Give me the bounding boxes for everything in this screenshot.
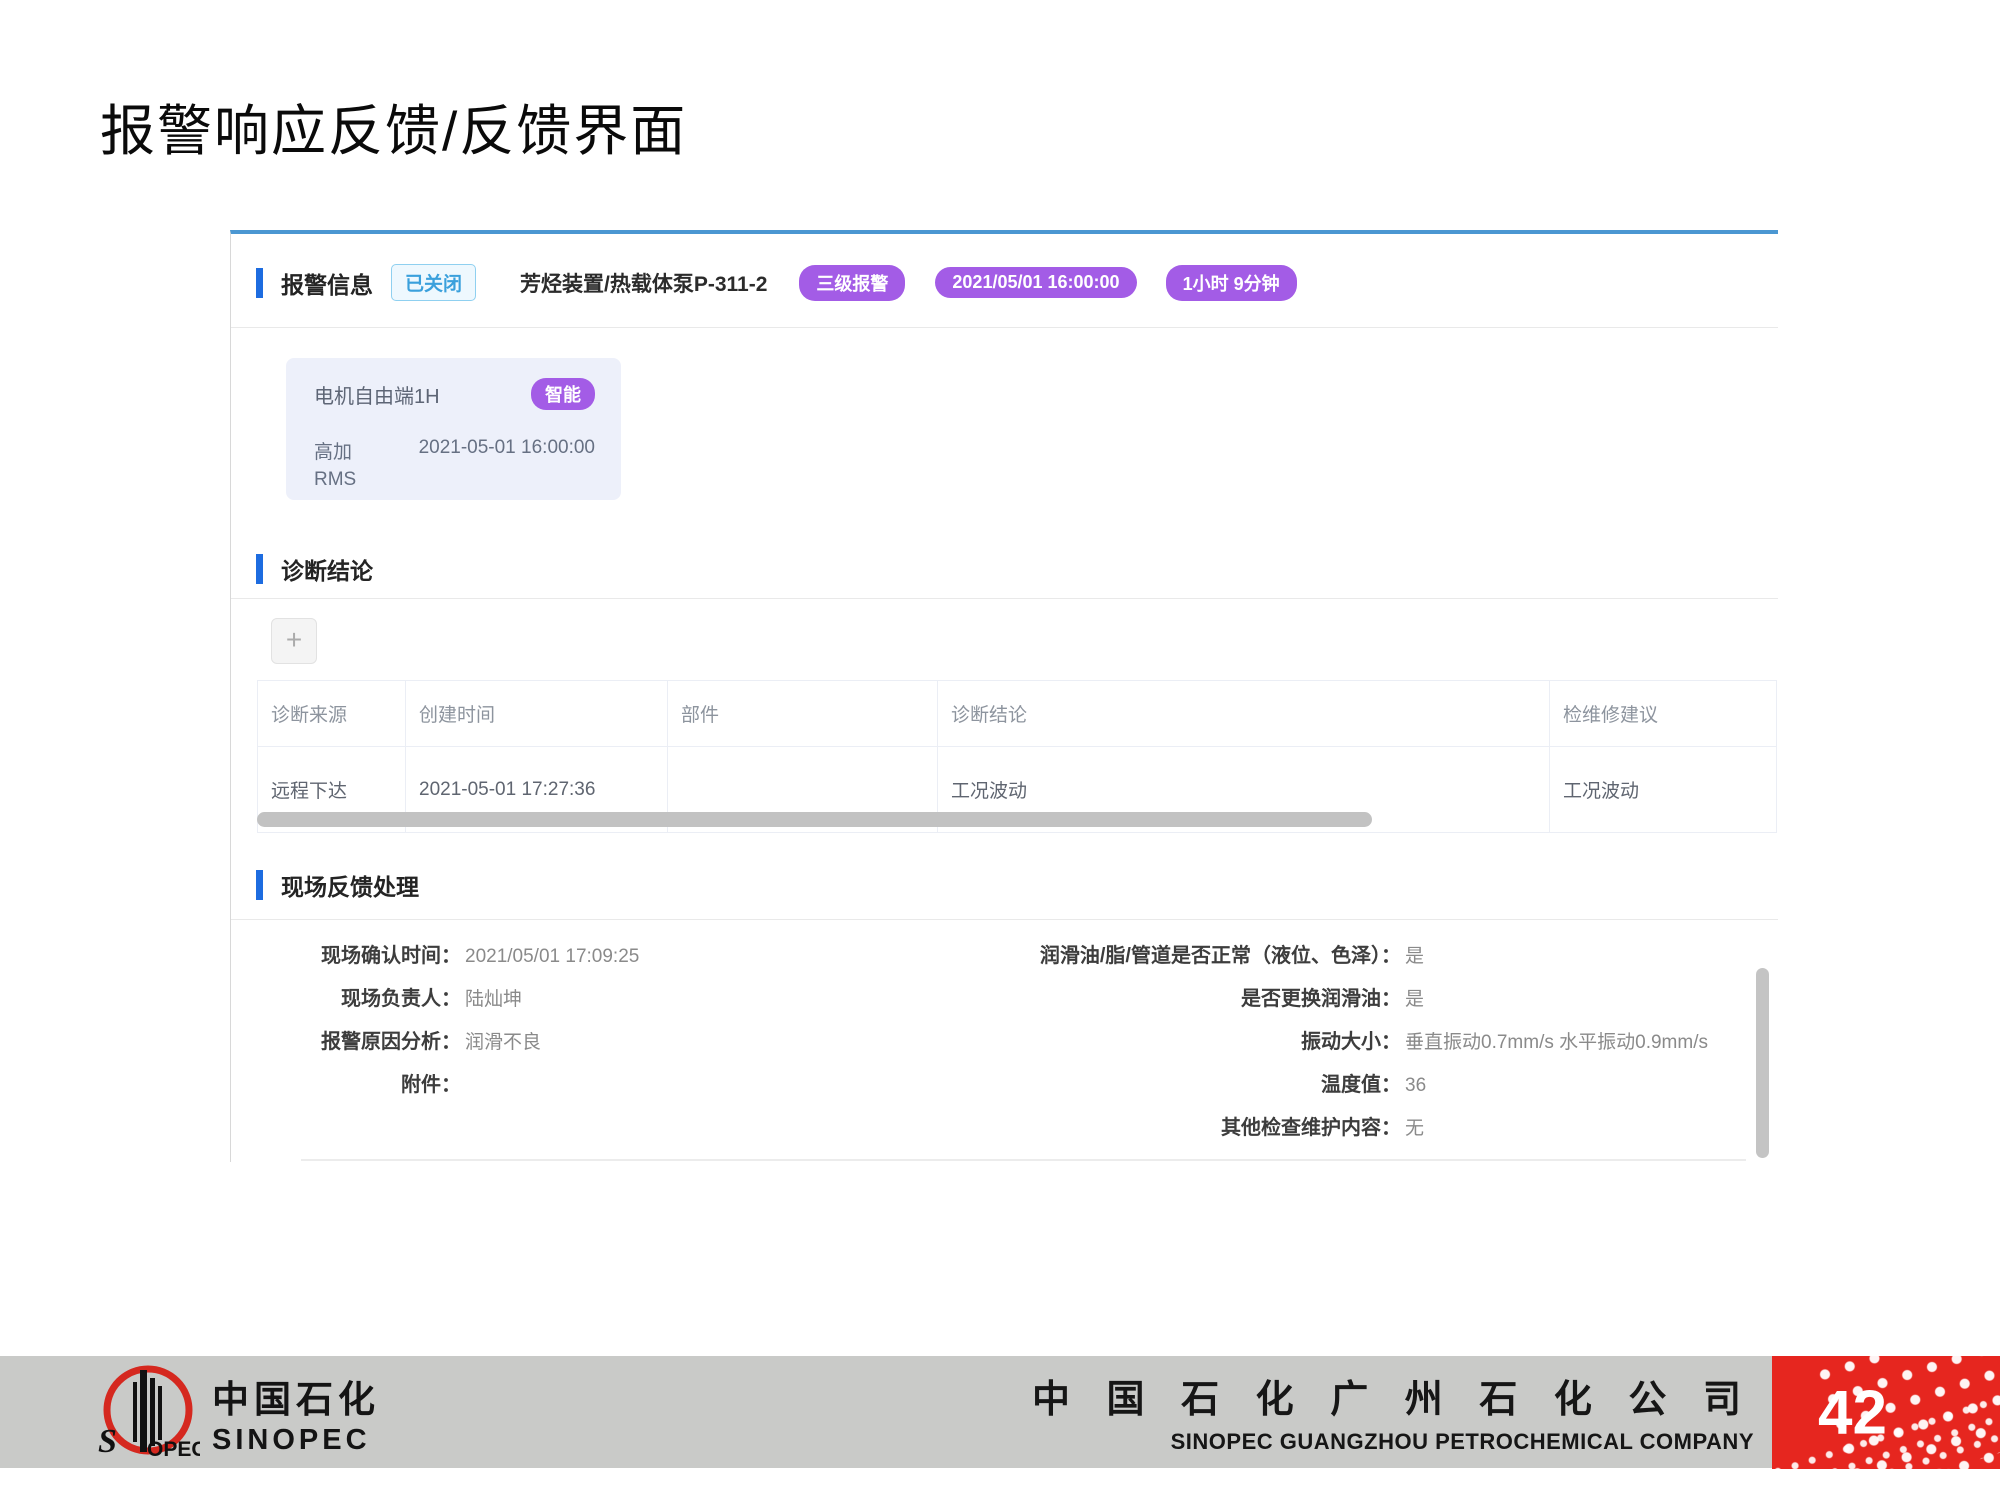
field-label: 其他检查维护内容：: [999, 1114, 1401, 1143]
col-header-component: 部件: [668, 681, 938, 747]
measure-point-metric: RMS: [314, 469, 595, 491]
footer-band: S OPEC 中国石化 SINOPEC 中 国 石 化 广 州 石 化 公 司 …: [0, 1356, 1772, 1468]
section-accent-bar: [256, 870, 263, 900]
field-confirm-time: 现场确认时间： 2021/05/01 17:09:25: [271, 942, 911, 971]
divider: [231, 919, 1778, 920]
field-label: 现场负责人：: [271, 985, 461, 1014]
smart-tag-badge: 智能: [531, 378, 595, 410]
vertical-scrollbar[interactable]: [1756, 968, 1769, 1158]
measure-point-position: 高加: [314, 437, 352, 464]
field-lube-replaced: 是否更换润滑油： 是: [999, 985, 1769, 1014]
field-label: 报警原因分析：: [271, 1028, 461, 1057]
diagnosis-header: 诊断结论: [256, 552, 373, 586]
logo-text-en: SINOPEC: [212, 1424, 380, 1457]
alarm-info-title: 报警信息: [281, 266, 373, 300]
alarm-status-badge: 已关闭: [391, 264, 476, 301]
alarm-level-badge: 三级报警: [799, 265, 905, 301]
field-lube-normal: 润滑油/脂/管道是否正常（液位、色泽）： 是: [999, 942, 1769, 971]
col-header-source: 诊断来源: [258, 681, 406, 747]
field-attachment: 附件：: [271, 1071, 911, 1100]
alarm-time-badge: 2021/05/01 16:00:00: [935, 267, 1136, 298]
col-header-suggestion: 检维修建议: [1550, 681, 1777, 747]
feedback-title: 现场反馈处理: [281, 868, 419, 902]
field-vibration: 振动大小： 垂直振动0.7mm/s 水平振动0.9mm/s: [999, 1028, 1769, 1057]
divider: [301, 1159, 1746, 1161]
company-name-block: 中 国 石 化 广 州 石 化 公 司 SINOPEC GUANGZHOU PE…: [1032, 1368, 1754, 1455]
section-accent-bar: [256, 268, 263, 298]
diagnosis-table: 诊断来源 创建时间 部件 诊断结论 检维修建议 远程下达 2021-05-01 …: [257, 680, 1777, 833]
sinopec-logo-block: S OPEC 中国石化 SINOPEC: [90, 1360, 380, 1466]
section-accent-bar: [256, 554, 263, 584]
feedback-header: 现场反馈处理: [256, 868, 419, 902]
col-header-conclusion: 诊断结论: [938, 681, 1550, 747]
horizontal-scrollbar[interactable]: [257, 812, 1372, 827]
alarm-feedback-panel: 报警信息 已关闭 芳烃装置/热载体泵P-311-2 三级报警 2021/05/0…: [230, 230, 1778, 1162]
field-value: 垂直振动0.7mm/s 水平振动0.9mm/s: [1405, 1028, 1708, 1057]
field-value: 润滑不良: [465, 1028, 541, 1057]
divider: [231, 327, 1778, 328]
alarm-duration-badge: 1小时 9分钟: [1166, 265, 1297, 301]
alarm-device-name: 芳烃装置/热载体泵P-311-2: [520, 268, 767, 298]
field-site-owner: 现场负责人： 陆灿坤: [271, 985, 911, 1014]
svg-text:S: S: [98, 1423, 117, 1460]
page-number-block: 42: [1772, 1356, 2000, 1469]
field-label: 振动大小：: [999, 1028, 1401, 1057]
field-value: 是: [1405, 942, 1424, 971]
svg-text:OPEC: OPEC: [147, 1438, 200, 1461]
field-cause-analysis: 报警原因分析： 润滑不良: [271, 1028, 911, 1057]
field-label: 附件：: [271, 1071, 461, 1100]
field-label: 是否更换润滑油：: [999, 985, 1401, 1014]
field-temperature: 温度值： 36: [999, 1071, 1769, 1100]
logo-text-cn: 中国石化: [212, 1369, 380, 1423]
diagnosis-title: 诊断结论: [281, 552, 373, 586]
alarm-info-header: 报警信息 已关闭 芳烃装置/热载体泵P-311-2 三级报警 2021/05/0…: [256, 264, 1297, 301]
divider: [231, 598, 1778, 599]
field-value: 36: [1405, 1071, 1426, 1100]
col-header-create-time: 创建时间: [406, 681, 668, 747]
sinopec-logo-icon: S OPEC: [90, 1360, 200, 1466]
measure-point-time: 2021-05-01 16:00:00: [419, 437, 595, 464]
page-title: 报警响应反馈/反馈界面: [100, 86, 687, 166]
feedback-form-right: 润滑油/脂/管道是否正常（液位、色泽）： 是 是否更换润滑油： 是 振动大小： …: [999, 942, 1769, 1157]
company-name-cn: 中 国 石 化 广 州 石 化 公 司: [1032, 1368, 1754, 1423]
add-diagnosis-button[interactable]: +: [271, 618, 317, 664]
cell-suggestion: 工况波动: [1550, 747, 1777, 833]
measure-point-card[interactable]: 电机自由端1H 智能 高加 2021-05-01 16:00:00 RMS: [286, 358, 621, 500]
field-label: 现场确认时间：: [271, 942, 461, 971]
table-header-row: 诊断来源 创建时间 部件 诊断结论 检维修建议: [258, 681, 1777, 747]
field-value: 陆灿坤: [465, 985, 522, 1014]
field-other-maintenance: 其他检查维护内容： 无: [999, 1114, 1769, 1143]
page-number: 42: [1818, 1377, 1887, 1448]
field-value: 无: [1405, 1114, 1424, 1143]
field-label: 润滑油/脂/管道是否正常（液位、色泽）：: [999, 942, 1401, 971]
field-value: 是: [1405, 985, 1424, 1014]
measure-point-name: 电机自由端1H: [314, 380, 440, 409]
company-name-en: SINOPEC GUANGZHOU PETROCHEMICAL COMPANY: [1032, 1429, 1754, 1455]
field-label: 温度值：: [999, 1071, 1401, 1100]
feedback-form-left: 现场确认时间： 2021/05/01 17:09:25 现场负责人： 陆灿坤 报…: [271, 942, 911, 1114]
field-value: 2021/05/01 17:09:25: [465, 942, 639, 971]
